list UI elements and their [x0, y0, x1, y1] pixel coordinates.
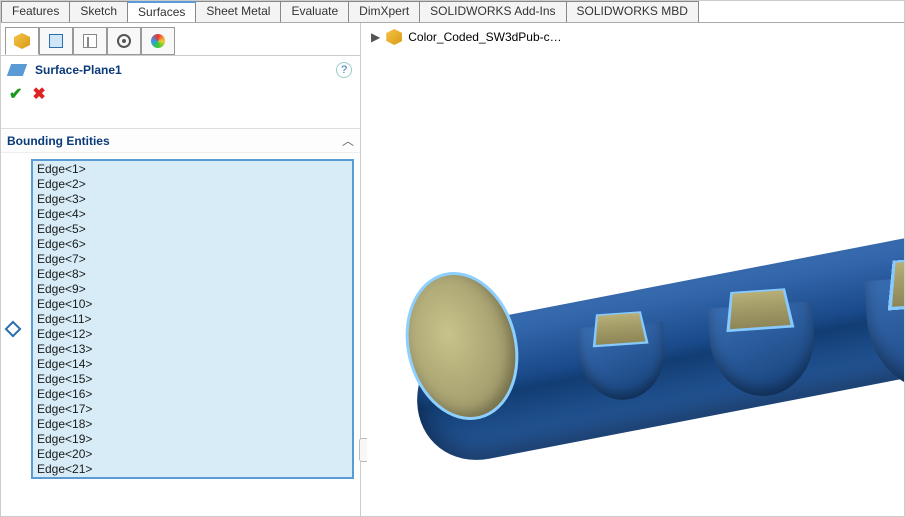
- list-item[interactable]: Edge<9>: [37, 282, 348, 297]
- workspace: Surface-Plane1 ? ✔ ✖ Bounding Entities ︿…: [1, 23, 904, 516]
- breadcrumb-arrow-icon[interactable]: ▶: [371, 30, 380, 44]
- tree-icon: [83, 34, 97, 48]
- list-item[interactable]: Edge<14>: [37, 357, 348, 372]
- list-item[interactable]: Edge<10>: [37, 297, 348, 312]
- tab-solidworks-mbd[interactable]: SOLIDWORKS MBD: [566, 1, 699, 22]
- part-icon: [386, 29, 402, 45]
- list-item[interactable]: Edge<19>: [37, 432, 348, 447]
- pm-tab-strip: [1, 23, 360, 56]
- list-item[interactable]: Edge<2>: [37, 177, 348, 192]
- list-item[interactable]: Edge<3>: [37, 192, 348, 207]
- list-item[interactable]: Edge<15>: [37, 372, 348, 387]
- model-canvas[interactable]: [367, 53, 904, 516]
- list-item[interactable]: Edge<17>: [37, 402, 348, 417]
- section-title: Bounding Entities: [7, 134, 110, 148]
- breadcrumb-label[interactable]: Color_Coded_SW3dPub-c…: [408, 30, 561, 44]
- pm-tab-sphere[interactable]: [141, 27, 175, 55]
- model-branch-2: [706, 278, 818, 399]
- tab-sheet-metal[interactable]: Sheet Metal: [195, 1, 281, 22]
- list-item[interactable]: Edge<16>: [37, 387, 348, 402]
- help-icon[interactable]: ?: [336, 62, 352, 78]
- model-branch-1: [576, 303, 668, 402]
- list-item[interactable]: Edge<7>: [37, 252, 348, 267]
- pm-tab-target[interactable]: [107, 27, 141, 55]
- list-item[interactable]: Edge<6>: [37, 237, 348, 252]
- bounding-entities-list[interactable]: Edge<1>Edge<2>Edge<3>Edge<4>Edge<5>Edge<…: [31, 159, 354, 479]
- list-item[interactable]: Edge<21>: [37, 462, 348, 477]
- pm-tab-sheet[interactable]: [39, 27, 73, 55]
- list-item[interactable]: Edge<4>: [37, 207, 348, 222]
- pm-tab-cube[interactable]: [5, 27, 39, 55]
- target-icon: [117, 34, 131, 48]
- graphics-viewport[interactable]: ▶ Color_Coded_SW3dPub-c…: [367, 23, 904, 516]
- list-item[interactable]: Edge<5>: [37, 222, 348, 237]
- pm-tab-tree[interactable]: [73, 27, 107, 55]
- sheet-icon: [49, 34, 63, 48]
- pm-actions: ✔ ✖: [1, 84, 360, 110]
- list-item[interactable]: Edge<8>: [37, 267, 348, 282]
- section-body: Edge<1>Edge<2>Edge<3>Edge<4>Edge<5>Edge<…: [1, 153, 360, 485]
- sphere-icon: [151, 34, 165, 48]
- feature-header: Surface-Plane1 ?: [1, 56, 360, 84]
- tab-features[interactable]: Features: [1, 1, 70, 22]
- command-manager-tabbar: FeaturesSketchSurfacesSheet MetalEvaluat…: [1, 1, 904, 23]
- cancel-button[interactable]: ✖: [32, 84, 45, 104]
- list-item[interactable]: Edge<20>: [37, 447, 348, 462]
- tab-surfaces[interactable]: Surfaces: [127, 1, 196, 22]
- section-header-bounding-entities[interactable]: Bounding Entities ︿: [1, 128, 360, 153]
- tab-evaluate[interactable]: Evaluate: [280, 1, 349, 22]
- list-item[interactable]: Edge<18>: [37, 417, 348, 432]
- breadcrumb: ▶ Color_Coded_SW3dPub-c…: [371, 29, 562, 45]
- surface-plane-icon: [7, 64, 27, 76]
- feature-name: Surface-Plane1: [35, 63, 122, 77]
- list-item[interactable]: Edge<11>: [37, 312, 348, 327]
- list-item[interactable]: Edge<12>: [37, 327, 348, 342]
- selection-filter-icon[interactable]: [5, 321, 22, 338]
- list-item[interactable]: Edge<13>: [37, 342, 348, 357]
- property-manager-panel: Surface-Plane1 ? ✔ ✖ Bounding Entities ︿…: [1, 23, 361, 516]
- chevron-up-icon: ︿: [342, 132, 354, 149]
- tab-solidworks-add-ins[interactable]: SOLIDWORKS Add-Ins: [419, 1, 566, 22]
- tab-sketch[interactable]: Sketch: [69, 1, 128, 22]
- tab-dimxpert[interactable]: DimXpert: [348, 1, 420, 22]
- ok-button[interactable]: ✔: [9, 84, 22, 104]
- cube-icon: [14, 33, 30, 49]
- list-item[interactable]: Edge<1>: [37, 162, 348, 177]
